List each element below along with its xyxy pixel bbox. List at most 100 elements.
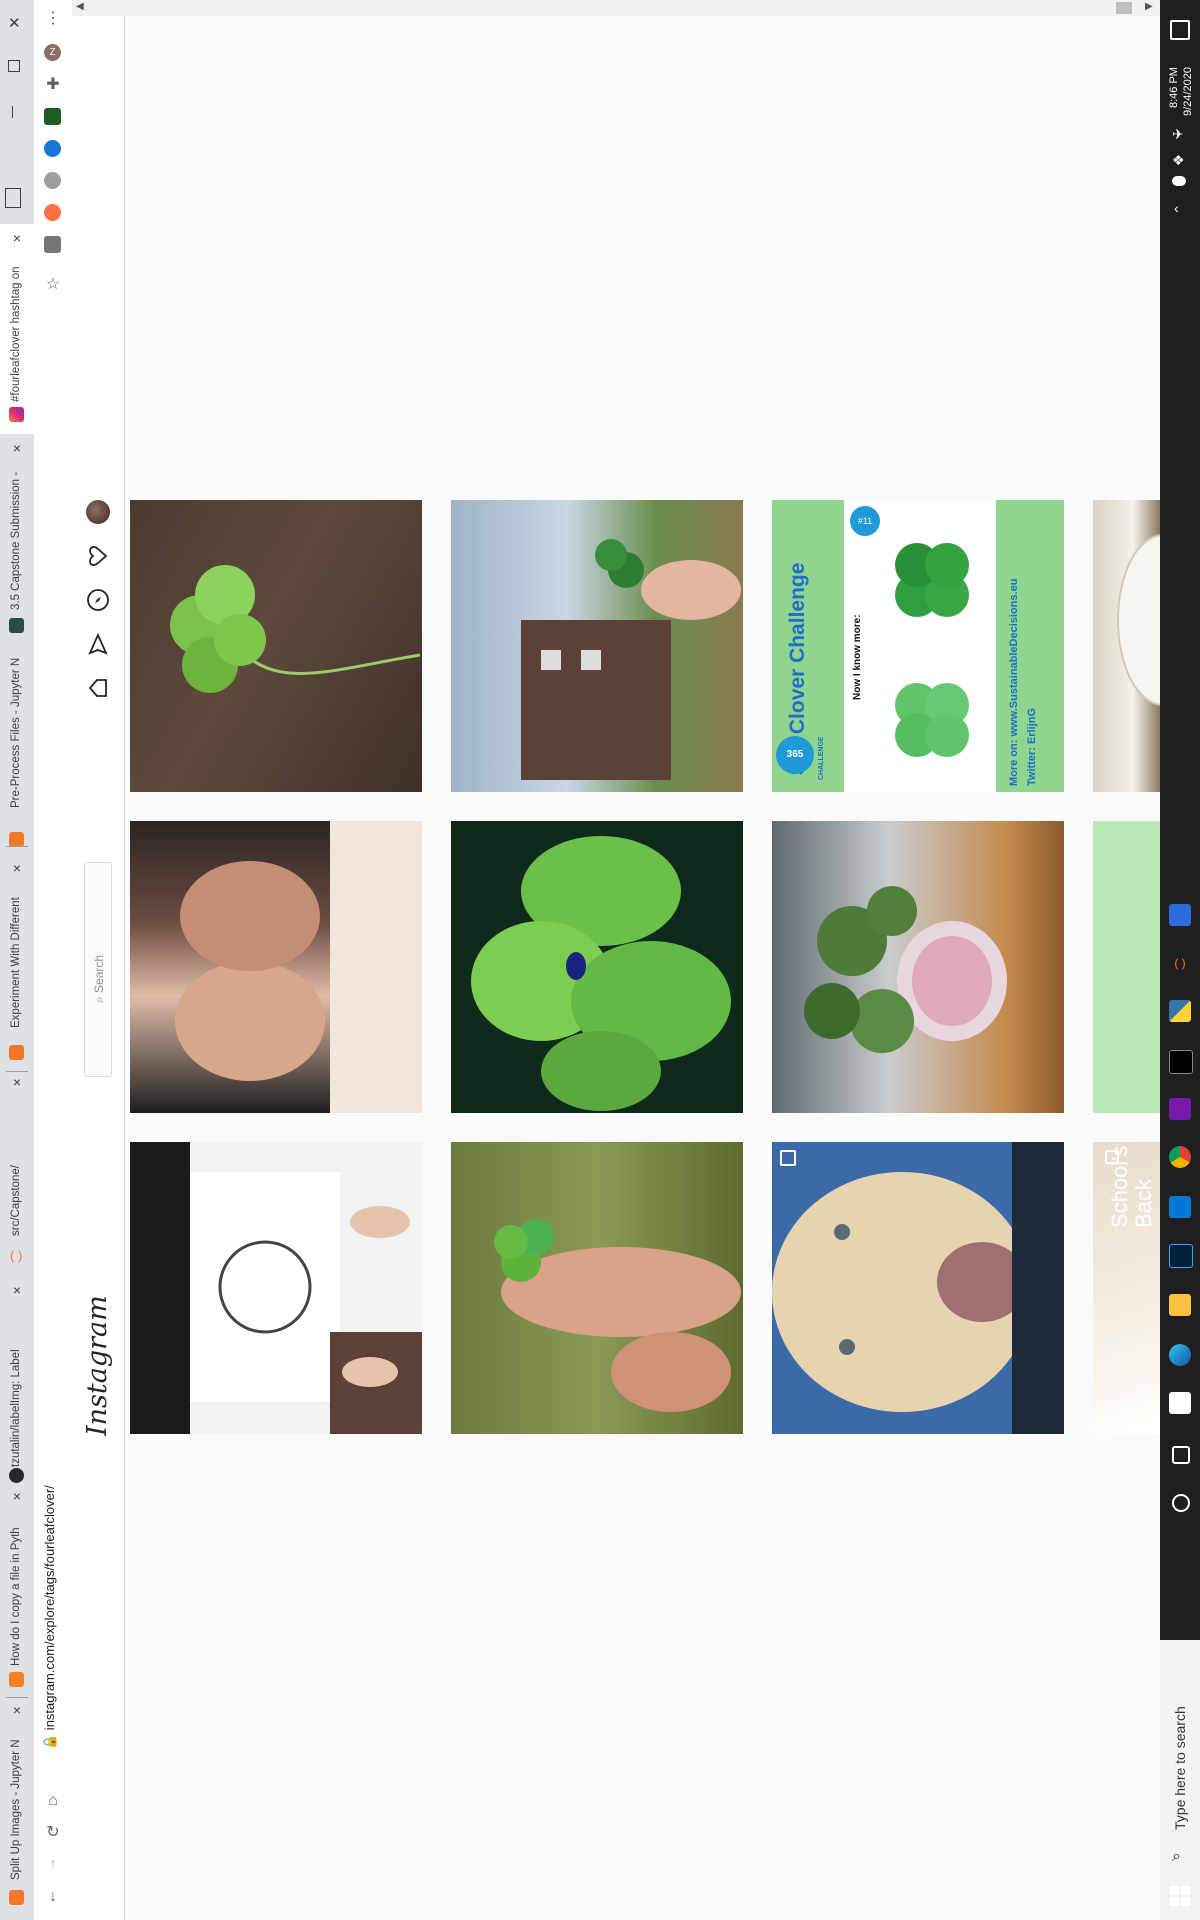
close-tab-icon[interactable]: × (8, 1488, 26, 1504)
tab-split-up-images[interactable]: × Split Up Images - Jupyter N (0, 1702, 34, 1920)
onedrive-cloud-icon[interactable] (1172, 176, 1186, 186)
four-leaf-clover-photo (170, 565, 421, 693)
jupyter-taskbar-icon[interactable]: ( ) (1169, 952, 1191, 974)
scroll-left-arrow-icon[interactable]: ◀ (76, 1, 84, 12)
minimize-window-icon[interactable] (12, 106, 13, 118)
taskbar-search-placeholder: Type here to search (1172, 1706, 1188, 1830)
terminal-icon[interactable] (1169, 1050, 1193, 1074)
instagram-logo[interactable]: Instagram (82, 1295, 113, 1436)
close-tab-icon[interactable]: × (8, 440, 26, 456)
restore-window-icon[interactable] (8, 60, 20, 72)
clock-time[interactable]: 8:46 PM (1168, 67, 1180, 108)
tab-pre-process-files[interactable]: Pre-Process Files - Jupyter N (0, 646, 34, 856)
potted-clover-photo (804, 886, 1007, 1053)
extension-icon-3[interactable] (44, 172, 61, 189)
explore-compass-icon[interactable] (86, 588, 110, 612)
extension-icon-5[interactable] (44, 236, 61, 253)
post-thumbnail[interactable] (1093, 821, 1160, 1113)
github-favicon (9, 1468, 24, 1483)
post-thumbnail[interactable] (772, 1142, 1064, 1434)
back-icon[interactable]: ↓ (42, 1886, 64, 1908)
bookmark-star-icon[interactable]: ☆ (42, 274, 64, 296)
post-text-line1: School's (1107, 1145, 1132, 1228)
tab-title: How do I copy a file in Pyth (10, 1527, 22, 1666)
direct-send-icon[interactable] (86, 632, 110, 656)
close-window-icon[interactable]: ✕ (8, 14, 21, 32)
show-hidden-icons-icon[interactable]: ‹ (1174, 200, 1179, 216)
search-icon: ⌕ (1172, 1848, 1181, 1865)
post-thumbnail[interactable] (130, 500, 422, 792)
skull-shirt-photo (130, 1142, 422, 1434)
browser-toolbar: ⋮ Z ✚ ☆ 🔒 instagram.com/explore/tags/fou… (34, 0, 73, 1920)
profile-avatar[interactable]: Z (44, 44, 61, 61)
clock-date[interactable]: 9/24/2020 (1182, 67, 1194, 116)
forward-icon[interactable]: ↑ (42, 1854, 64, 1876)
tab-experiment[interactable]: × Experiment With Different (0, 860, 34, 1070)
extension-icon-1[interactable] (44, 108, 61, 125)
file-explorer-icon[interactable] (1169, 1294, 1191, 1316)
home-icon[interactable]: ⌂ (42, 1790, 64, 1812)
more-menu-icon[interactable]: ⋮ (42, 8, 64, 30)
dropbox-icon[interactable]: ❖ (1172, 152, 1185, 169)
clover-leaves-closeup-photo (471, 836, 731, 1111)
office-icon[interactable] (1169, 1392, 1191, 1414)
profile-avatar[interactable] (86, 500, 110, 524)
post-thumbnail[interactable]: School's Back (1093, 1142, 1160, 1434)
tab-labelimg[interactable]: × tzutalin/labelImg: Label (0, 1282, 34, 1483)
tab-src-capstone[interactable]: × src/Capstone/ ( ) (0, 1074, 34, 1284)
close-tab-icon[interactable]: × (8, 1074, 26, 1090)
home-icon[interactable] (86, 676, 110, 700)
post-thumbnail[interactable] (772, 821, 1064, 1113)
post-text-line2: Back (1131, 1179, 1156, 1228)
extension-icon-2[interactable] (44, 140, 61, 157)
search-icon: ⌕ (92, 992, 106, 1003)
address-bar[interactable]: 🔒 instagram.com/explore/tags/fourleafclo… (42, 1485, 58, 1750)
post-thumbnail[interactable] (451, 821, 743, 1113)
jupyter-favicon (9, 1890, 24, 1905)
post-twitter: Twitter: ErlijnG (1026, 707, 1038, 786)
scrollbar-thumb[interactable] (1116, 2, 1132, 14)
tab-search-icon[interactable] (5, 188, 21, 208)
tab-title: src/Capstone/ (10, 1165, 22, 1236)
close-tab-icon[interactable]: × (8, 1282, 26, 1298)
edge-icon[interactable] (1169, 1344, 1191, 1366)
python-icon[interactable] (1169, 1000, 1191, 1022)
close-tab-icon[interactable]: × (8, 860, 26, 876)
post-thumbnail[interactable] (130, 1142, 422, 1434)
horizontal-scrollbar[interactable]: ◀ ▶ (72, 0, 1160, 16)
post-thumbnail[interactable] (451, 1142, 743, 1434)
tab-capstone-submission[interactable]: × 3.5 Capstone Submission - (0, 440, 34, 640)
mail-icon[interactable] (1169, 1196, 1191, 1218)
tab-fourleafclover[interactable]: × #fourleafclover hashtag on (0, 224, 34, 434)
close-tab-icon[interactable]: × (8, 230, 26, 246)
tab-title: Split Up Images - Jupyter N (10, 1739, 22, 1880)
post-thumbnail[interactable]: 365 Clover Challenge 365 CHALLENGE Now I… (772, 500, 1064, 792)
photoshop-icon[interactable] (1169, 1244, 1193, 1268)
notifications-icon[interactable] (1170, 20, 1190, 40)
extensions-icon[interactable]: ✚ (42, 74, 64, 96)
post-thumbnail[interactable] (1093, 500, 1160, 792)
activity-heart-icon[interactable] (86, 544, 110, 568)
chrome-icon[interactable] (1169, 1146, 1191, 1168)
search-input[interactable]: ⌕ Search (84, 862, 112, 1077)
tab-copy-file-python[interactable]: × How do I copy a file in Pyth (0, 1488, 34, 1688)
reload-icon[interactable]: ↻ (42, 1822, 64, 1844)
network-icon[interactable]: ✈ (1172, 126, 1184, 143)
clover-illustration (895, 543, 969, 757)
stackoverflow-favicon (9, 1672, 24, 1687)
start-button-windows-icon[interactable] (1170, 1886, 1190, 1906)
close-tab-icon[interactable]: × (8, 1702, 26, 1718)
couple-selfie-photo (175, 821, 422, 1113)
app-grid-icon[interactable] (1169, 904, 1191, 926)
scroll-right-arrow-icon[interactable]: ▶ (1145, 1, 1153, 12)
task-view-icon[interactable] (1172, 1446, 1190, 1464)
tab-title: #fourleafclover hashtag on (10, 266, 22, 402)
post-thumbnail[interactable] (130, 821, 422, 1113)
cortana-icon[interactable] (1172, 1494, 1190, 1512)
ceramic-photo (1117, 534, 1160, 706)
taskbar-search-input[interactable]: Type here to search ⌕ (1160, 1640, 1200, 1920)
onenote-icon[interactable] (1169, 1098, 1191, 1120)
instagram-favicon (9, 407, 24, 422)
extension-icon-4[interactable] (44, 204, 61, 221)
post-thumbnail[interactable] (451, 500, 743, 792)
